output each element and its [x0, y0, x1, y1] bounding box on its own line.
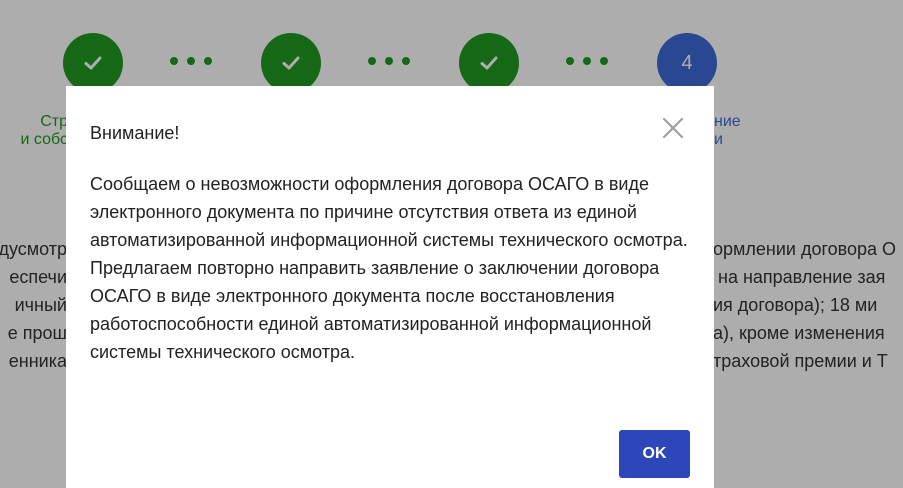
alert-dialog: Внимание! Сообщаем о невозможности оформ… [66, 86, 714, 488]
close-button[interactable] [661, 116, 685, 140]
ok-button[interactable]: OK [619, 430, 690, 478]
dialog-title: Внимание! [90, 123, 180, 143]
dialog-message: Сообщаем о невозможности оформления дого… [90, 174, 688, 362]
close-icon [662, 117, 684, 139]
